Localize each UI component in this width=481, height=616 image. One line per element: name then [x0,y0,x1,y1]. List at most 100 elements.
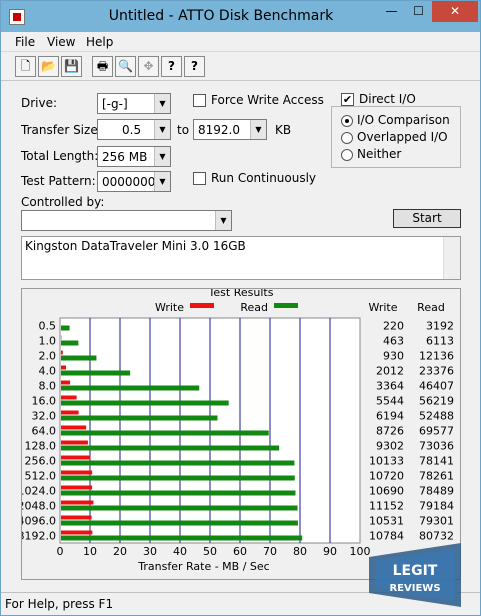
read-bar [61,505,298,511]
write-value: 10690 [369,485,404,498]
neither-radio[interactable] [341,149,353,161]
read-value: 46407 [419,380,454,393]
read-value: 12136 [419,350,454,363]
force-write-label: Force Write Access [211,93,324,107]
controlled-by-select[interactable]: ▼ [21,210,232,231]
controlled-by-label: Controlled by: [21,195,105,209]
menu-help[interactable]: Help [86,35,113,49]
write-bar [61,470,93,475]
test-pattern-select[interactable]: 00000000 ▼ [97,171,171,192]
transfer-size-from-value: 0.5 [122,123,142,137]
write-value: 5544 [376,395,404,408]
io-comparison-label: I/O Comparison [357,113,450,127]
test-results-title: Test Results [208,289,274,299]
chevron-down-icon: ▼ [154,120,170,139]
value-columns: 220 3192 463 6113 930 12136 2012 23376 3364 46407… [369,320,454,543]
move-button[interactable]: ✥ [138,56,159,77]
read-bar [61,535,303,541]
read-value: 52488 [419,410,454,423]
print-preview-button[interactable]: 🔍 [115,56,136,77]
direct-io-checkbox[interactable]: ✔ [341,93,354,106]
overlapped-io-radio[interactable] [341,132,353,144]
print-button[interactable]: 🖶 [92,56,113,77]
chevron-down-icon: ▼ [154,147,170,166]
minimize-button[interactable]: — [378,1,405,22]
description-textbox[interactable]: Kingston DataTraveler Mini 3.0 16GB [21,236,461,280]
description-scrollbar[interactable] [443,237,460,279]
read-value: 69577 [419,425,454,438]
read-value: 78261 [419,470,454,483]
toolbar: 🗋 📂 💾 🖶 🔍 ✥ ? ? [1,53,480,81]
read-column-header: Read [417,301,445,314]
read-value: 78489 [419,485,454,498]
total-length-select[interactable]: 256 MB ▼ [97,146,171,167]
read-value: 73036 [419,440,454,453]
transfer-size-to-select[interactable]: 8192.0 ▼ [193,119,267,140]
overlapped-io-label: Overlapped I/O [357,130,448,144]
write-value: 2012 [376,365,404,378]
write-bar [61,530,93,535]
write-column-header: Write [368,301,397,314]
write-value: 10531 [369,515,404,528]
start-button[interactable]: Start [393,209,461,228]
print-preview-icon: 🔍 [118,59,133,73]
menu-file[interactable]: File [15,35,35,49]
kb-label: KB [275,123,292,137]
move-icon: ✥ [143,59,154,73]
chevron-down-icon: ▼ [215,211,231,230]
row-label: 8.0 [39,380,57,393]
read-bar [61,475,295,481]
new-button[interactable]: 🗋 [15,56,36,77]
x-axis-label: Transfer Rate - MB / Sec [137,560,269,573]
read-legend-swatch [274,303,298,308]
help-button[interactable]: ? [161,56,182,77]
write-value: 10133 [369,455,404,468]
menu-bar: File View Help [1,32,480,52]
chevron-down-icon: ▼ [250,120,266,139]
write-value: 8726 [376,425,404,438]
open-button[interactable]: 📂 [38,56,59,77]
read-bar [61,385,200,391]
read-bar [61,460,295,466]
row-label: 16.0 [32,395,57,408]
logo-text-line1: LEGIT [393,563,438,579]
force-write-checkbox[interactable] [193,94,206,107]
read-bar [61,355,97,361]
read-bar [61,520,298,526]
write-value: 10720 [369,470,404,483]
x-tick-label: 70 [263,545,277,558]
write-bar [61,500,94,505]
transfer-size-to-value: 8192.0 [198,123,240,137]
context-help-button[interactable]: ? [184,56,205,77]
write-legend-label: Write [155,301,184,314]
x-tick-label: 20 [113,545,127,558]
io-comparison-radio[interactable] [341,115,353,127]
read-bar [61,370,131,376]
read-value: 23376 [419,365,454,378]
close-button[interactable]: ✕ [432,1,478,22]
maximize-button[interactable]: ☐ [405,1,432,22]
title-bar[interactable]: Untitled - ATTO Disk Benchmark — ☐ ✕ [1,1,480,32]
row-label: 0.5 [39,320,57,333]
read-bar [61,415,218,421]
app-window: Untitled - ATTO Disk Benchmark — ☐ ✕ Fil… [0,0,481,616]
run-continuously-checkbox[interactable] [193,172,206,185]
write-bar [61,365,67,370]
save-button[interactable]: 💾 [61,56,82,77]
total-length-label: Total Length: [21,149,99,163]
open-folder-icon: 📂 [41,59,56,73]
total-length-value: 256 MB [102,150,148,164]
read-value: 79184 [419,500,454,513]
drive-value: [-g-] [102,97,128,111]
run-continuously-label: Run Continuously [211,171,317,185]
x-tick-label: 10 [83,545,97,558]
menu-view[interactable]: View [47,35,75,49]
read-bar [61,430,269,436]
read-value: 6113 [426,335,454,348]
write-value: 930 [383,350,404,363]
transfer-size-from-select[interactable]: 0.5 ▼ [97,119,171,140]
write-value: 9302 [376,440,404,453]
row-label: 1.0 [39,335,57,348]
row-label: 128.0 [25,440,57,453]
drive-select[interactable]: [-g-] ▼ [97,93,171,114]
